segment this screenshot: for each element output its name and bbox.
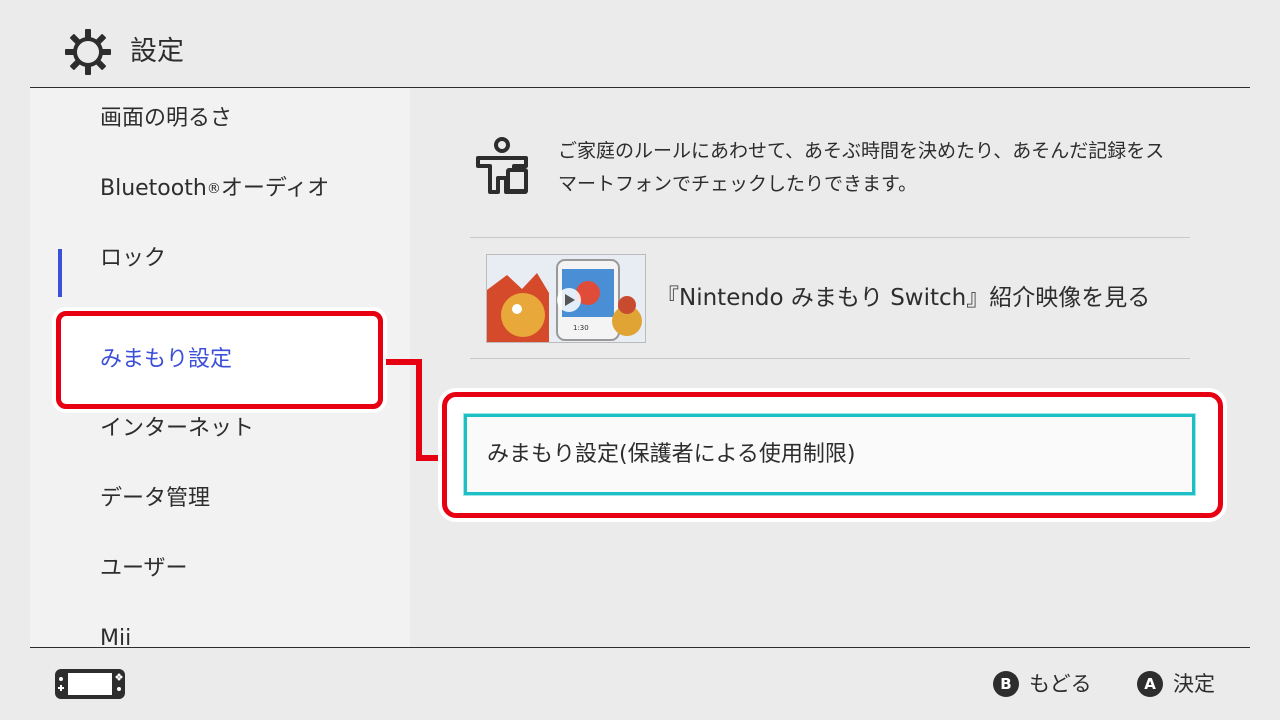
video-link-label: 『Nintendo みまもり Switch』紹介映像を見る [656, 285, 1151, 311]
sidebar-item-bluetooth-audio[interactable]: Bluetooth®オーディオ [100, 174, 329, 204]
a-button-icon: A [1137, 671, 1163, 697]
sidebar-item-parental-controls[interactable]: みまもり設定 [100, 345, 232, 375]
sidebar-item-label: Bluetooth [100, 176, 207, 201]
registered-mark: ® [206, 181, 221, 197]
sidebar-item-lock[interactable]: ロック [100, 244, 166, 274]
footer-divider [30, 647, 1250, 648]
thumbnail-time: 1:30 [573, 324, 589, 332]
page-title: 設定 [130, 36, 184, 67]
sidebar-item-internet[interactable]: インターネット [100, 414, 254, 444]
video-thumbnail: 1:30 [486, 254, 646, 343]
sidebar-item-data-management[interactable]: データ管理 [100, 484, 210, 514]
sidebar-item-users[interactable]: ユーザー [100, 554, 188, 584]
gear-icon [65, 29, 111, 75]
b-button-icon: B [993, 671, 1019, 697]
option-label: みまもり設定(保護者による使用制限) [487, 442, 856, 467]
description-text: ご家庭のルールにあわせて、あそぶ時間を決めたり、あそんだ記録をスマートフォンでチ… [558, 140, 1165, 195]
selected-indicator [58, 249, 62, 297]
annotation-connector [416, 359, 422, 461]
video-link[interactable]: 1:30 『Nintendo みまもり Switch』紹介映像を見る [470, 238, 1190, 358]
sidebar-item-mii[interactable]: Mii [100, 624, 131, 647]
back-label: もどる [1029, 672, 1092, 696]
header: 設定 [0, 0, 1280, 88]
console-icon [55, 669, 125, 699]
parental-controls-settings-button[interactable]: みまもり設定(保護者による使用制限) [464, 414, 1195, 495]
ok-button[interactable]: A 決定 [1137, 669, 1227, 699]
divider [470, 358, 1190, 359]
sidebar-item-brightness[interactable]: 画面の明るさ [100, 104, 232, 134]
parental-controls-icon [476, 137, 528, 194]
ok-label: 決定 [1173, 672, 1215, 696]
back-button[interactable]: B もどる [993, 669, 1103, 699]
sidebar-item-label-suffix: オーディオ [220, 176, 330, 201]
thumbnail-art: 1:30 [487, 255, 645, 342]
